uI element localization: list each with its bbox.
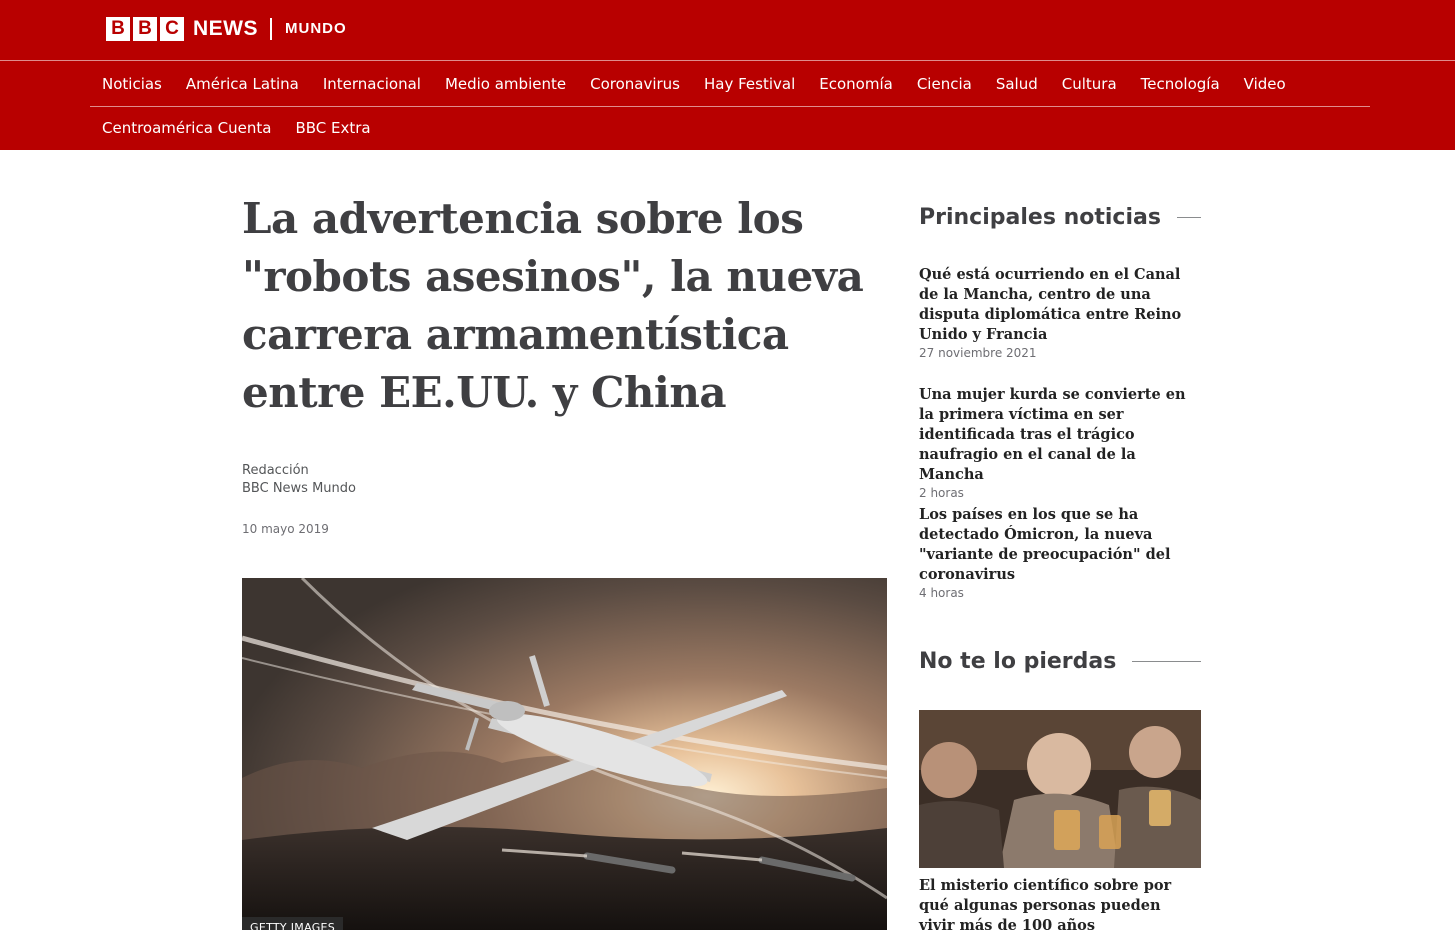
top-story-item[interactable]: Los países en los que se ha detectado Óm…: [919, 505, 1201, 600]
article-headline: La advertencia sobre los "robots asesino…: [242, 194, 864, 417]
top-story-time: 4 horas: [919, 586, 964, 600]
bbc-news-mundo-logo[interactable]: B B C NEWS MUNDO: [106, 17, 347, 41]
nav-item-internacional[interactable]: Internacional: [311, 61, 433, 106]
nav-item-america-latina[interactable]: América Latina: [174, 61, 311, 106]
elderly-women-toasting-photo: [919, 710, 1201, 868]
bbc-logo-letter: B: [106, 17, 130, 41]
top-story-time: 2 horas: [919, 486, 964, 500]
drone-illustration: [242, 578, 887, 930]
top-story-item[interactable]: Qué está ocurriendo en el Canal de la Ma…: [919, 265, 1201, 360]
promo-title[interactable]: El misterio científico sobre por qué alg…: [919, 876, 1201, 930]
nav-item-coronavirus[interactable]: Coronavirus: [578, 61, 692, 106]
dont-miss-title: No te lo pierdas: [919, 649, 1117, 674]
top-story-time: 27 noviembre 2021: [919, 346, 1037, 360]
promo-image[interactable]: [919, 710, 1201, 868]
top-stories-heading: Principales noticias: [919, 205, 1201, 230]
bbc-logo-letter: B: [133, 17, 157, 41]
nav-item-noticias[interactable]: Noticias: [90, 61, 174, 106]
image-credit: GETTY IMAGES: [242, 917, 344, 930]
nav-item-ciencia[interactable]: Ciencia: [905, 61, 984, 106]
top-story-item[interactable]: Una mujer kurda se convierte en la prime…: [919, 385, 1201, 500]
nav-item-hay-festival[interactable]: Hay Festival: [692, 61, 807, 106]
heading-rule: [1132, 661, 1201, 662]
nav-item-cultura[interactable]: Cultura: [1050, 61, 1129, 106]
secondary-nav: Centroamérica Cuenta BBC Extra: [90, 106, 383, 150]
top-story-title: Una mujer kurda se convierte en la prime…: [919, 386, 1186, 483]
brand-news-label: NEWS: [193, 17, 258, 40]
heading-rule: [1176, 217, 1201, 218]
article-date: 10 mayo 2019: [242, 522, 329, 536]
masthead: B B C NEWS MUNDO Noticias América Latina…: [0, 0, 1455, 150]
nav-item-video[interactable]: Video: [1232, 61, 1298, 106]
nav-item-economia[interactable]: Economía: [807, 61, 905, 106]
bbc-logo-blocks: B B C: [106, 17, 184, 41]
nav-item-tecnologia[interactable]: Tecnología: [1129, 61, 1232, 106]
top-stories-title: Principales noticias: [919, 205, 1161, 230]
nav-item-medio-ambiente[interactable]: Medio ambiente: [433, 61, 578, 106]
nav-item-centroamerica-cuenta[interactable]: Centroamérica Cuenta: [90, 106, 283, 150]
article-hero-image: [242, 578, 887, 930]
nav-item-bbc-extra[interactable]: BBC Extra: [283, 106, 382, 150]
top-story-title: Qué está ocurriendo en el Canal de la Ma…: [919, 266, 1182, 343]
primary-nav: Noticias América Latina Internacional Me…: [90, 61, 1298, 106]
dont-miss-heading: No te lo pierdas: [919, 649, 1201, 674]
brand-edition-label: MUNDO: [285, 20, 347, 37]
byline-role: Redacción: [242, 463, 309, 478]
top-story-title: Los países en los que se ha detectado Óm…: [919, 506, 1171, 583]
nav-item-salud[interactable]: Salud: [984, 61, 1050, 106]
brand-divider: [270, 18, 272, 40]
bbc-logo-letter: C: [160, 17, 184, 41]
byline-organization: BBC News Mundo: [242, 481, 356, 496]
